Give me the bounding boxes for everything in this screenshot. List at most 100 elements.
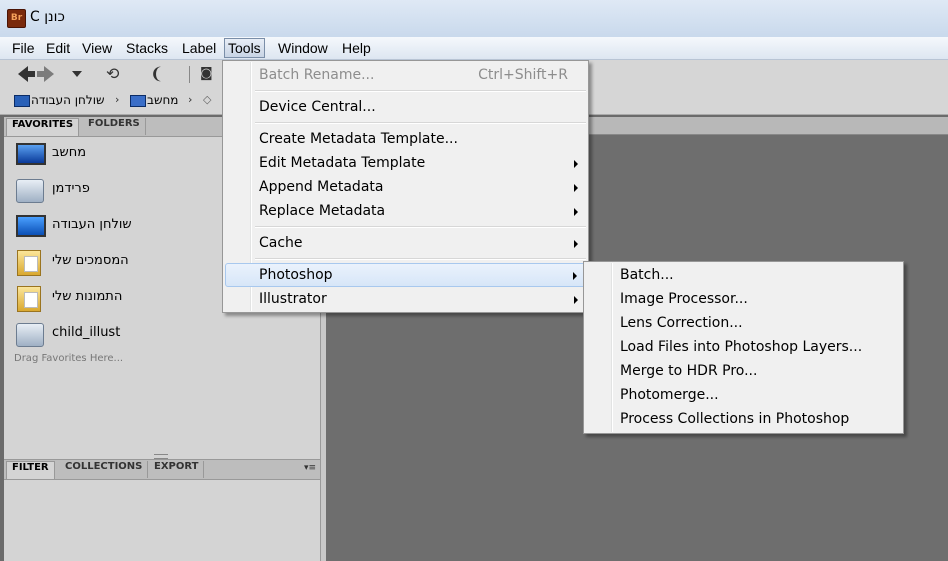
menu-item-label: Batch Rename...	[259, 67, 375, 83]
menu-item-load-files-into-layers[interactable]: Load Files into Photoshop Layers...	[586, 336, 901, 358]
menu-item-illustrator[interactable]: Illustrator	[225, 288, 586, 310]
submenu-arrow-icon	[574, 184, 578, 192]
tab-export[interactable]: EXPORT	[149, 461, 205, 478]
menu-separator	[255, 90, 586, 92]
photoshop-submenu: Batch... Image Processor... Lens Correct…	[583, 261, 904, 434]
menu-item-label: Append Metadata	[259, 179, 384, 195]
menu-item-label: Merge to HDR Pro...	[620, 363, 758, 379]
menu-item-label: Create Metadata Template...	[259, 131, 458, 147]
tools-menu: Batch Rename... Ctrl+Shift+R Device Cent…	[222, 60, 589, 313]
panel-menu-icon[interactable]: ▾≡	[304, 463, 318, 473]
bridge-app-icon[interactable]: Br	[7, 9, 26, 28]
monitor-icon	[16, 143, 46, 165]
menu-item-label: Cache	[259, 235, 303, 251]
folder-shape-icon	[16, 179, 44, 203]
return-to-app-button[interactable]: ❨	[150, 66, 168, 82]
tab-folders[interactable]: FOLDERS	[83, 118, 146, 135]
menu-item-device-central[interactable]: Device Central...	[225, 96, 586, 118]
chevron-down-icon	[72, 71, 82, 77]
drag-favorites-hint: Drag Favorites Here...	[14, 353, 124, 364]
menu-item-create-metadata-template[interactable]: Create Metadata Template...	[225, 128, 586, 150]
menu-item-label: Process Collections in Photoshop	[620, 411, 850, 427]
favorite-label: child_illust	[52, 325, 121, 340]
forward-button[interactable]	[44, 66, 62, 82]
menu-item-label: Image Processor...	[620, 291, 748, 307]
menu-separator	[255, 226, 586, 228]
menu-item-label: Replace Metadata	[259, 203, 386, 219]
folder-shape-icon	[17, 250, 41, 276]
menu-item-label: Illustrator	[259, 291, 327, 307]
drive-icon: ◇	[203, 93, 212, 106]
menu-item-lens-correction[interactable]: Lens Correction...	[586, 312, 901, 334]
menu-item-label: Batch...	[620, 267, 674, 283]
breadcrumb-computer[interactable]: מחשב	[147, 93, 178, 107]
tab-collections[interactable]: COLLECTIONS	[60, 461, 149, 478]
menu-item-append-metadata[interactable]: Append Metadata	[225, 176, 586, 198]
menu-item-photoshop[interactable]: Photoshop	[225, 263, 586, 287]
breadcrumb-separator-icon: ›	[115, 93, 120, 106]
get-photos-button[interactable]: ◙	[200, 66, 218, 82]
menu-item-label: Load Files into Photoshop Layers...	[620, 339, 863, 355]
desktop-icon	[14, 211, 46, 239]
menu-separator	[255, 122, 586, 124]
submenu-arrow-icon	[574, 240, 578, 248]
submenu-arrow-icon	[574, 208, 578, 216]
folder-shape-icon	[16, 323, 44, 347]
filter-tabs: FILTER COLLECTIONS EXPORT ▾≡	[4, 459, 322, 480]
menu-item-image-processor[interactable]: Image Processor...	[586, 288, 901, 310]
favorite-label: מחשב	[52, 145, 87, 160]
clock-icon: ⟲	[106, 64, 120, 83]
history-dropdown-button[interactable]	[68, 66, 86, 82]
favorite-label: שולחן העבודה	[52, 217, 132, 232]
menu-view[interactable]: View	[79, 39, 115, 57]
folder-icon	[14, 319, 44, 347]
submenu-arrow-icon	[574, 160, 578, 168]
menu-stacks[interactable]: Stacks	[123, 39, 171, 57]
window-title: כונן C	[30, 9, 65, 25]
menu-item-edit-metadata-template[interactable]: Edit Metadata Template	[225, 152, 586, 174]
camera-icon: ◙	[200, 66, 213, 81]
back-button[interactable]	[18, 66, 36, 82]
breadcrumb-desktop[interactable]: שולחן העבודה	[31, 93, 104, 107]
menu-item-photomerge[interactable]: Photomerge...	[586, 384, 901, 406]
menu-item-batch[interactable]: Batch...	[586, 264, 901, 286]
tab-favorites[interactable]: FAVORITES	[6, 118, 80, 136]
computer-icon	[14, 139, 46, 167]
menu-item-label: Lens Correction...	[620, 315, 743, 331]
menu-item-batch-rename[interactable]: Batch Rename... Ctrl+Shift+R	[225, 64, 586, 86]
menu-item-cache[interactable]: Cache	[225, 232, 586, 254]
favorite-label: פרידמן	[52, 181, 90, 196]
menu-label[interactable]: Label	[179, 39, 219, 57]
menu-item-merge-to-hdr-pro[interactable]: Merge to HDR Pro...	[586, 360, 901, 382]
menu-item-label: Edit Metadata Template	[259, 155, 426, 171]
computer-icon	[130, 95, 146, 107]
menu-file[interactable]: File	[9, 39, 38, 57]
breadcrumb-separator-icon: ›	[188, 93, 193, 106]
favorite-label: המסמכים שלי	[52, 253, 129, 268]
menu-item-label: Device Central...	[259, 99, 376, 115]
menu-item-shortcut: Ctrl+Shift+R	[478, 67, 568, 83]
menu-item-replace-metadata[interactable]: Replace Metadata	[225, 200, 586, 222]
pictures-folder-icon	[14, 283, 44, 312]
documents-folder-icon	[14, 247, 44, 276]
tab-filter[interactable]: FILTER	[6, 461, 55, 479]
recent-files-button[interactable]: ⟲	[106, 66, 124, 82]
desktop-icon	[14, 95, 30, 107]
menu-window[interactable]: Window	[275, 39, 331, 57]
monitor-icon	[16, 215, 46, 237]
menu-item-process-collections[interactable]: Process Collections in Photoshop	[586, 408, 901, 430]
menu-tools[interactable]: Tools	[224, 38, 265, 58]
menu-edit[interactable]: Edit	[43, 39, 73, 57]
menu-bar: File Edit View Stacks Label Tools Window…	[0, 37, 948, 60]
back-arrow-icon	[18, 66, 35, 82]
menu-separator	[255, 258, 586, 260]
toolbar-divider	[189, 66, 190, 83]
forward-arrow-icon	[44, 66, 54, 82]
menu-help[interactable]: Help	[339, 39, 374, 57]
boomerang-icon: ❨	[150, 64, 164, 83]
menu-item-label: Photoshop	[259, 267, 333, 283]
title-bar: Br כונן C	[0, 0, 948, 37]
folder-shape-icon	[17, 286, 41, 312]
submenu-arrow-icon	[574, 296, 578, 304]
menu-item-label: Photomerge...	[620, 387, 719, 403]
